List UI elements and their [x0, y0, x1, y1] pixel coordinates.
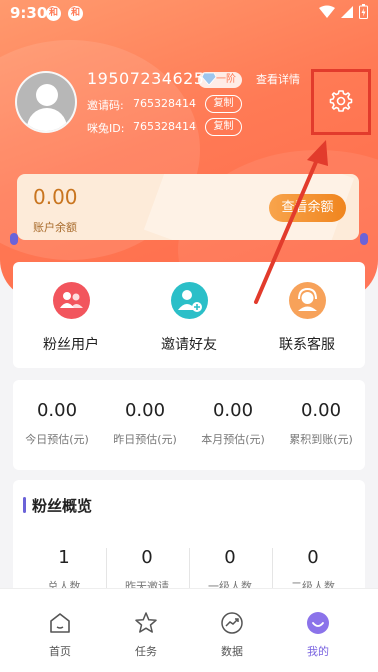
- tab-home-label: 首页: [49, 645, 71, 658]
- status-bar: 9:30 和 和: [0, 0, 378, 28]
- stat-month: 0.00 本月预估(元): [189, 400, 277, 447]
- mitu-id-value: 765328414: [133, 120, 196, 133]
- stat-yesterday-value: 0.00: [124, 400, 166, 421]
- fan-stat-level1-value: 0: [224, 547, 236, 568]
- action-fans[interactable]: 粉丝用户: [16, 282, 126, 354]
- stat-yesterday: 0.00 昨日预估(元): [101, 400, 189, 447]
- tab-tasks-label: 任务: [135, 645, 157, 658]
- avatar[interactable]: [15, 71, 77, 133]
- fan-stat-level2-value: 0: [307, 547, 319, 568]
- header-background: [0, 0, 378, 300]
- card-edge-right: [360, 233, 368, 245]
- balance-card: 0.00 账户余额 查看余额: [17, 174, 359, 240]
- fan-stat-yesterday: 0 昨天邀请: [107, 547, 187, 594]
- quick-actions-card: 粉丝用户 邀请好友 联系客服: [13, 262, 365, 368]
- action-customer-service-label: 联系客服: [279, 337, 335, 353]
- tab-mine[interactable]: 我的: [288, 611, 348, 659]
- stat-total-value: 0.00: [300, 400, 342, 421]
- user-phone: 19507234625: [87, 69, 205, 88]
- status-time: 9:30: [10, 4, 48, 22]
- invite-code-value: 765328414: [133, 97, 196, 110]
- stat-total: 0.00 累积到账(元): [277, 400, 365, 447]
- fan-stat-level1: 0 一级人数: [190, 547, 270, 594]
- action-customer-service[interactable]: 联系客服: [252, 282, 362, 354]
- invite-code-label: 邀请码:: [87, 99, 124, 112]
- invite-friend-icon: [170, 282, 208, 319]
- stat-today-value: 0.00: [36, 400, 78, 421]
- fan-stat-total-value: 1: [58, 547, 70, 568]
- fan-stat-yesterday-value: 0: [141, 547, 153, 568]
- fan-stat-total: 1 总人数: [24, 547, 104, 594]
- copy-mitu-id-button[interactable]: 复制: [205, 118, 242, 136]
- fan-stat-level2: 0 二级人数: [273, 547, 353, 594]
- stat-yesterday-label: 昨日预估(元): [113, 433, 177, 446]
- balance-amount: 0.00: [33, 185, 78, 209]
- star-icon: [135, 612, 157, 633]
- status-indicators: [319, 4, 368, 19]
- tab-mine-label: 我的: [307, 645, 329, 658]
- stat-month-label: 本月预估(元): [201, 433, 265, 446]
- battery-icon: [359, 4, 368, 19]
- avatar-body-icon: [27, 108, 67, 131]
- action-invite[interactable]: 邀请好友: [134, 282, 244, 354]
- diamond-icon: [202, 73, 216, 85]
- balance-label: 账户余额: [33, 221, 77, 234]
- home-icon: [50, 613, 70, 633]
- action-invite-label: 邀请好友: [161, 337, 217, 353]
- signal-icon: [341, 5, 353, 18]
- tab-tasks[interactable]: 任务: [116, 611, 176, 659]
- stat-month-value: 0.00: [212, 400, 254, 421]
- copy-invite-code-button[interactable]: 复制: [205, 95, 242, 113]
- tab-home[interactable]: 首页: [30, 611, 90, 659]
- customer-service-icon: [288, 282, 326, 319]
- chart-icon: [221, 612, 243, 634]
- notification-badge-icon: 和: [68, 6, 83, 21]
- bottom-tab-bar: 首页 任务 数据 我的: [0, 588, 378, 672]
- wifi-icon: [319, 5, 335, 18]
- profile-icon: [307, 612, 329, 634]
- view-balance-button[interactable]: 查看余额: [269, 194, 346, 222]
- tab-data-label: 数据: [221, 645, 243, 658]
- action-fans-label: 粉丝用户: [43, 337, 99, 353]
- notification-badge-icon: 和: [46, 6, 61, 21]
- section-accent-bar: [23, 497, 26, 513]
- view-detail-link[interactable]: 查看详情: [256, 71, 300, 87]
- gear-icon[interactable]: [329, 89, 353, 113]
- avatar-head-icon: [36, 84, 58, 106]
- tab-data[interactable]: 数据: [202, 611, 262, 659]
- earnings-stats-card: 0.00 今日预估(元) 0.00 昨日预估(元) 0.00 本月预估(元) 0…: [13, 380, 365, 470]
- fans-overview-title: 粉丝概览: [32, 497, 93, 515]
- stat-today: 0.00 今日预估(元): [13, 400, 101, 447]
- stat-total-label: 累积到账(元): [289, 433, 353, 446]
- stat-today-label: 今日预估(元): [25, 433, 89, 446]
- mitu-id-label: 咪兔ID:: [87, 122, 125, 135]
- card-edge-left: [10, 233, 18, 245]
- fans-icon: [52, 282, 90, 319]
